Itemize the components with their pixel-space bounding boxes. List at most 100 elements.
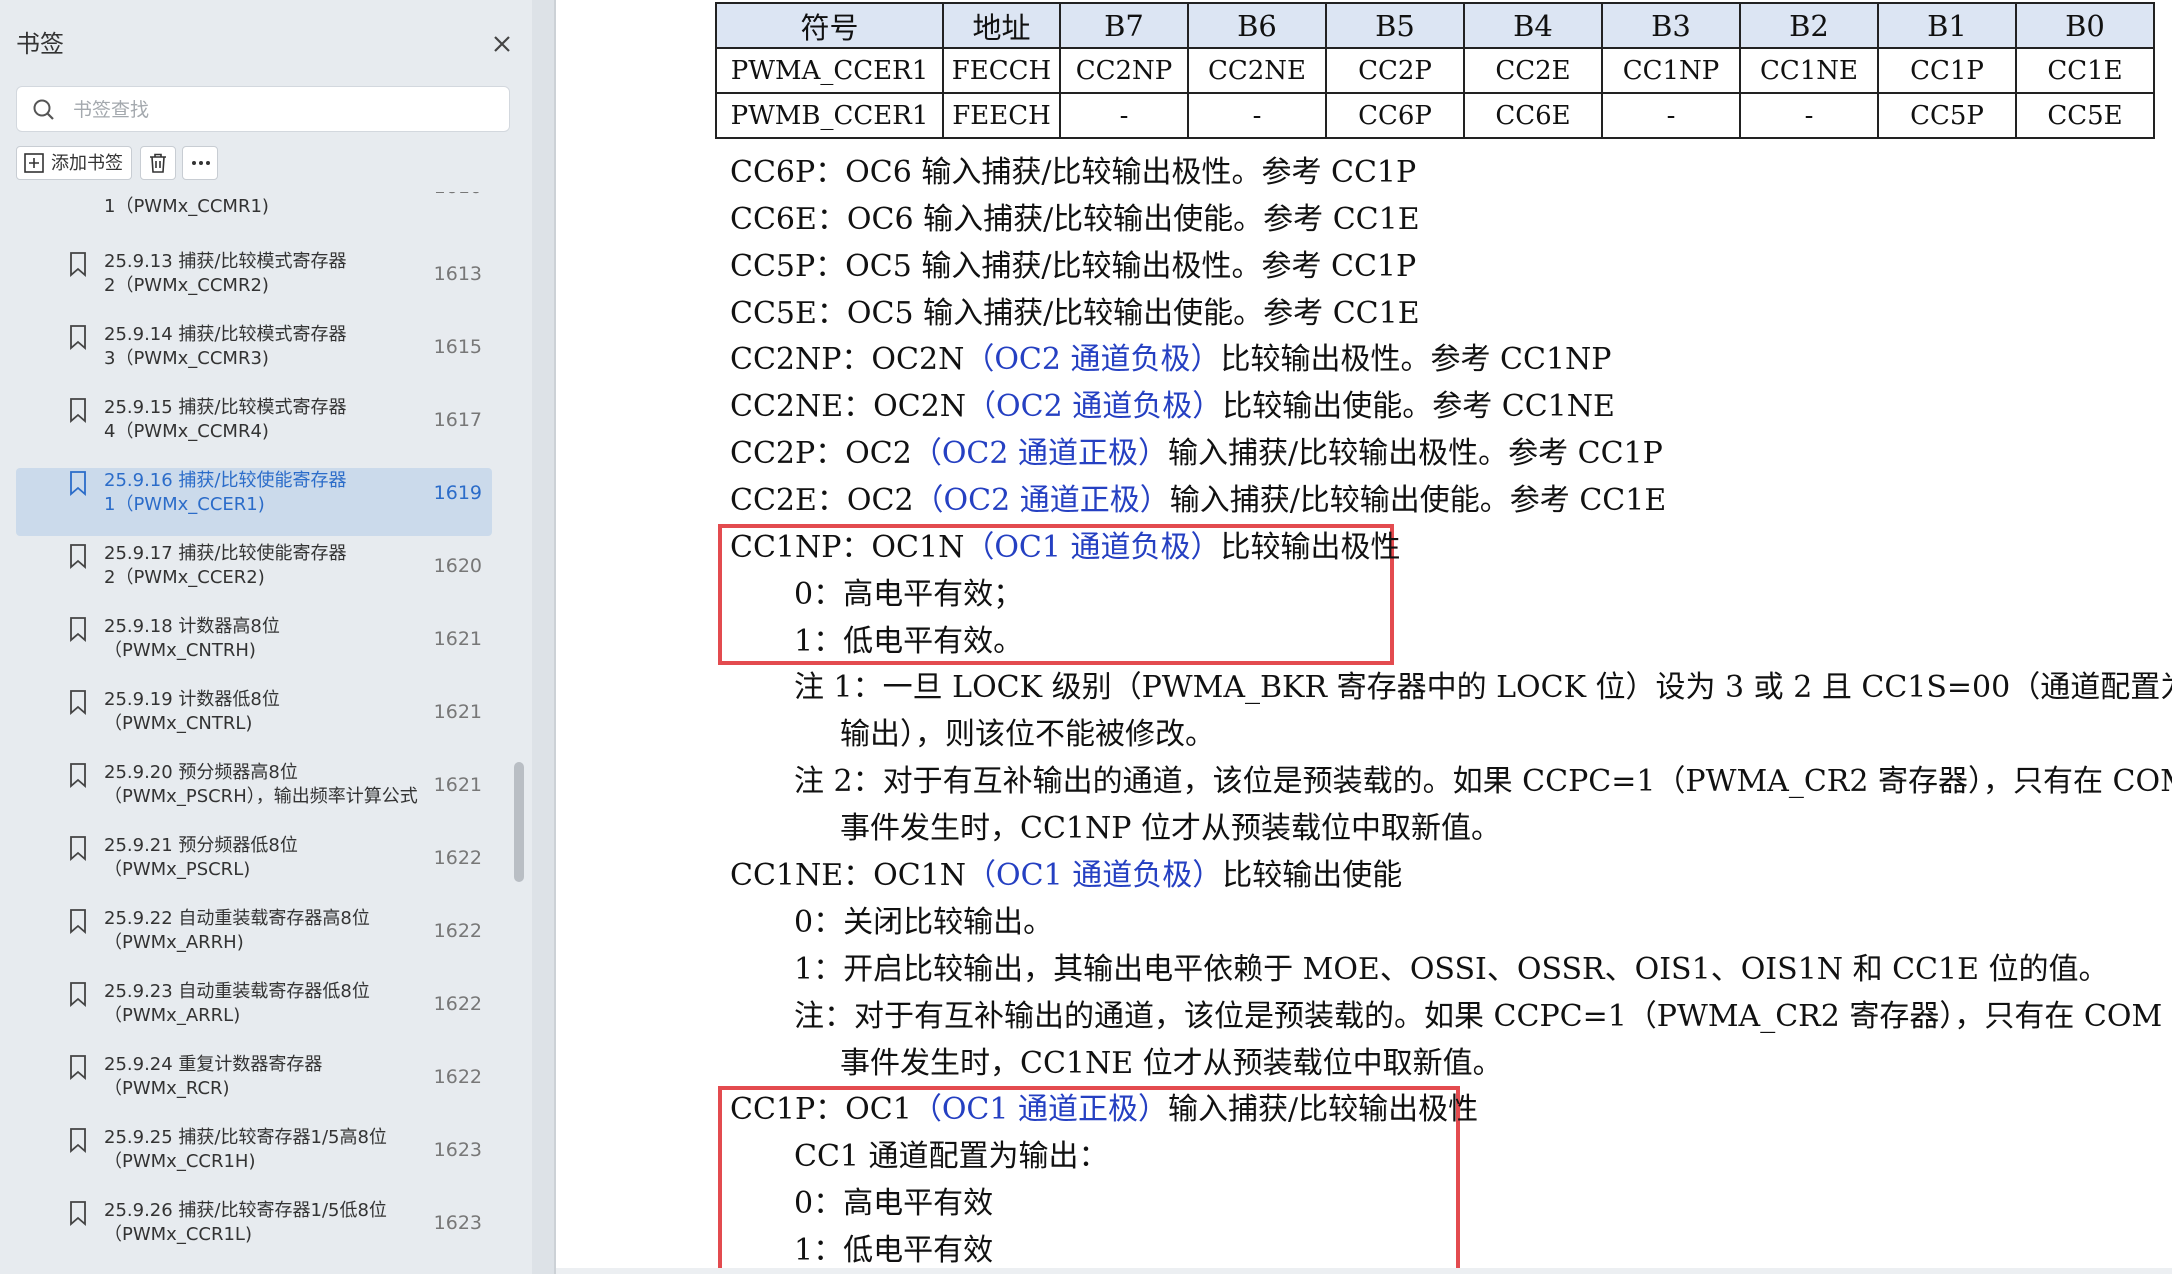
bookmark-title: 25.9.19 计数器低8位 [104, 689, 280, 710]
bookmark-item[interactable]: 25.9.16 捕获/比较使能寄存器 1（PWMx_CCER1) 1619 [16, 468, 492, 536]
bookmark-page-number: 1622 [433, 993, 482, 1015]
table-cell: - [1187, 92, 1327, 139]
bookmark-search[interactable] [16, 86, 510, 132]
bookmark-subtitle: 2（PWMx_CCMR2) [104, 275, 269, 296]
bookmark-title: 1（PWMx_CCMR1) [104, 196, 269, 217]
bookmark-page-number: 1622 [433, 847, 482, 869]
search-input[interactable] [71, 95, 495, 125]
bookmark-sidebar: 书签 添加书签 1（PWMx_CCMR1)161025.9.13 捕获 [0, 0, 532, 1274]
add-bookmark-button[interactable]: 添加书签 [16, 146, 132, 180]
channel-note: （OC1 通道负极） [966, 858, 1223, 893]
bookmark-icon [68, 981, 88, 1007]
bookmark-icon [68, 1054, 88, 1080]
table-cell: CC6P [1325, 92, 1465, 139]
sidebar-header: 书签 [16, 26, 516, 62]
bookmark-item[interactable]: 25.9.26 捕获/比较寄存器1/5低8位 （PWMx_CCR1L) 1623 [16, 1198, 492, 1266]
cc2ne-description: CC2NE：OC2N（OC2 通道负极）比较输出使能。参考 CC1NE [730, 387, 1615, 427]
bookmark-title: 25.9.18 计数器高8位 [104, 616, 280, 637]
table-header: 地址 [942, 2, 1061, 49]
bookmark-item[interactable]: 25.9.17 捕获/比较使能寄存器 2（PWMx_CCER2) 1620 [16, 541, 492, 609]
table-cell: CC2P [1325, 47, 1465, 94]
bookmark-item[interactable]: 25.9.22 自动重装载寄存器高8位 （PWMx_ARRH) 1622 [16, 906, 492, 974]
bookmark-item[interactable]: 25.9.25 捕获/比较寄存器1/5高8位 （PWMx_CCR1H) 1623 [16, 1125, 492, 1193]
bookmark-title: 25.9.24 重复计数器寄存器 [104, 1054, 323, 1075]
document-page: 符号 地址 B7 B6 B5 B4 B3 B2 B1 B0 PWMA_CCER1… [556, 0, 2172, 1274]
bookmark-page-number: 1621 [433, 628, 482, 650]
close-icon[interactable] [486, 28, 518, 60]
bookmark-item[interactable]: 25.9.13 捕获/比较模式寄存器 2（PWMx_CCMR2) 1613 [16, 249, 492, 317]
bookmark-title: 25.9.21 预分频器低8位 [104, 835, 298, 856]
table-cell: CC5P [1877, 92, 2017, 139]
cc1np-value-1: 1：低电平有效。 [794, 624, 1024, 659]
table-cell: CC5E [2015, 92, 2155, 139]
table-cell: CC1NP [1601, 47, 1741, 94]
table-header: B0 [2015, 2, 2155, 49]
trash-icon [147, 152, 169, 174]
bookmark-item[interactable]: 25.9.23 自动重装载寄存器低8位 （PWMx_ARRL) 1622 [16, 979, 492, 1047]
bookmark-title: 25.9.23 自动重装载寄存器低8位 [104, 981, 370, 1002]
bookmark-item[interactable]: 1（PWMx_CCMR1) 1610 [16, 192, 492, 244]
bookmark-title: 25.9.15 捕获/比较模式寄存器 [104, 397, 347, 418]
note-3: 注：对于有互补输出的通道，该位是预装载的。如果 CCPC=1（PWMA_CR2 … [794, 999, 2163, 1034]
bookmark-page-number: 1621 [433, 774, 482, 796]
bit-text: 比较输出极性。参考 CC1NP [1220, 342, 1612, 377]
bookmark-title: 25.9.20 预分频器高8位 [104, 762, 298, 783]
bookmark-item[interactable]: 25.9.19 计数器低8位 （PWMx_CNTRL) 1621 [16, 687, 492, 755]
bit-name: CC2E：OC2 [730, 483, 914, 518]
bookmark-icon [68, 616, 88, 642]
bookmark-subtitle: （PWMx_CNTRH) [104, 640, 256, 661]
note-1: 注 1：一旦 LOCK 级别（PWMA_BKR 寄存器中的 LOCK 位）设为 … [794, 670, 2172, 705]
table-row: PWMB_CCER1 FEECH - - CC6P CC6E - - CC5P … [715, 92, 2155, 139]
bookmark-page-number: 1620 [433, 555, 482, 577]
table-cell: PWMA_CCER1 [715, 47, 944, 94]
bookmark-item[interactable]: 25.9.15 捕获/比较模式寄存器 4（PWMx_CCMR4) 1617 [16, 395, 492, 463]
bookmark-page-number: 1610 [434, 192, 482, 198]
bookmark-subtitle: （PWMx_PSCRL) [104, 859, 251, 880]
bit-name: CC1NE：OC1N [730, 858, 967, 893]
bookmark-item[interactable]: 25.9.20 预分频器高8位 （PWMx_PSCRH），输出频率计算公式 1621 [16, 760, 492, 828]
table-cell: CC2NE [1187, 47, 1327, 94]
bookmark-item[interactable]: 25.9.21 预分频器低8位 （PWMx_PSCRL) 1622 [16, 833, 492, 901]
bookmark-subtitle: （PWMx_CNTRL) [104, 713, 253, 734]
sidebar-title: 书签 [16, 30, 64, 58]
bookmark-item[interactable]: 25.9.14 捕获/比较模式寄存器 3（PWMx_CCMR3) 1615 [16, 322, 492, 390]
bit-text: 输入捕获/比较输出极性 [1168, 1092, 1479, 1127]
bookmark-page-number: 1622 [433, 920, 482, 942]
bookmark-item[interactable]: 25.9.18 计数器高8位 （PWMx_CNTRH) 1621 [16, 614, 492, 682]
note-2-cont: 事件发生时，CC1NP 位才从预装载位中取新值。 [840, 811, 1501, 846]
table-cell: CC2E [1463, 47, 1603, 94]
table-header: B1 [1877, 2, 2017, 49]
cc2np-description: CC2NP：OC2N（OC2 通道负极）比较输出极性。参考 CC1NP [730, 340, 1611, 380]
channel-note: （OC2 通道正极） [913, 483, 1170, 518]
bookmark-subtitle: （PWMx_ARRH) [104, 932, 244, 953]
bookmark-item[interactable]: 25.9.24 重复计数器寄存器 （PWMx_RCR) 1622 [16, 1052, 492, 1120]
bookmark-icon [68, 470, 88, 496]
table-header: B7 [1059, 2, 1189, 49]
cc5p-description: CC5P：OC5 输入捕获/比较输出极性。参考 CC1P [730, 249, 1417, 284]
channel-note: （OC1 通道正极） [911, 1092, 1168, 1127]
table-cell: CC6E [1463, 92, 1603, 139]
table-cell: FECCH [942, 47, 1061, 94]
bookmark-subtitle: 4（PWMx_CCMR4) [104, 421, 269, 442]
bookmark-icon [68, 1200, 88, 1226]
table-cell: - [1739, 92, 1879, 139]
horizontal-scrollbar[interactable] [556, 1268, 2172, 1274]
channel-note: （OC2 通道负极） [964, 342, 1221, 377]
delete-bookmark-button[interactable] [140, 146, 176, 180]
bookmark-icon [68, 324, 88, 350]
bookmark-icon [68, 762, 88, 788]
channel-note: （OC2 通道负极） [966, 389, 1223, 424]
table-cell: CC1E [2015, 47, 2155, 94]
bookmark-page-number: 1623 [433, 1139, 482, 1161]
bookmark-page-number: 1619 [433, 482, 482, 504]
bookmark-icon [68, 251, 88, 277]
bit-name: CC1P：OC1 [730, 1092, 912, 1127]
more-options-button[interactable] [182, 146, 218, 180]
cc1np-value-0: 0：高电平有效； [794, 577, 1024, 612]
cc1ne-value-0: 0：关闭比较输出。 [794, 905, 1054, 940]
sidebar-scrollbar[interactable] [514, 762, 524, 882]
panel-divider[interactable] [532, 0, 554, 1274]
bookmark-subtitle: （PWMx_RCR) [104, 1078, 230, 1099]
bookmark-title: 25.9.17 捕获/比较使能寄存器 [104, 543, 347, 564]
add-bookmark-label: 添加书签 [51, 153, 123, 174]
